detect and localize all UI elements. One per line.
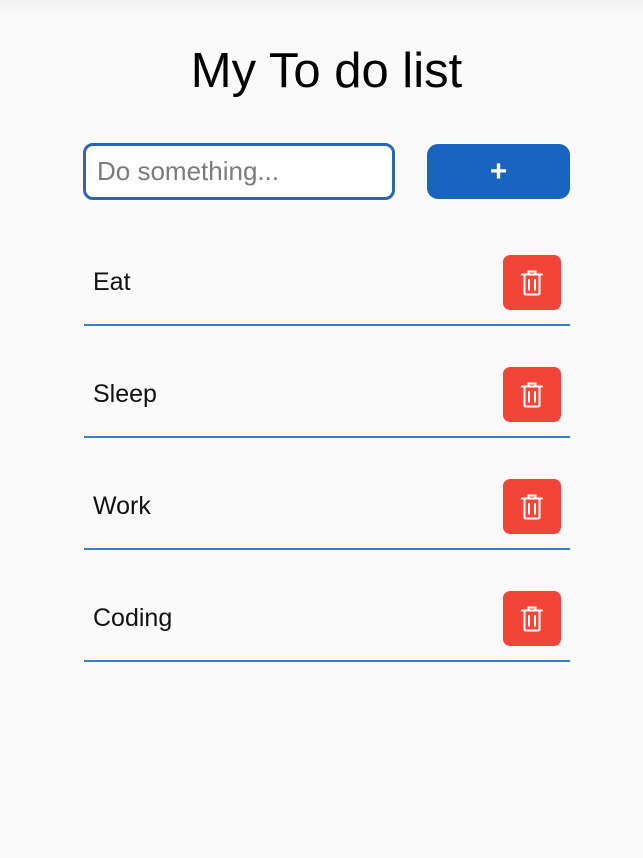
add-button[interactable]: + bbox=[427, 144, 570, 199]
todo-list: Eat Sleep Work Coding bbox=[84, 215, 570, 663]
delete-button[interactable] bbox=[503, 255, 561, 310]
todo-label: Eat bbox=[93, 268, 131, 296]
list-item: Coding bbox=[84, 551, 570, 662]
todo-input[interactable] bbox=[83, 143, 395, 200]
delete-button[interactable] bbox=[503, 367, 561, 422]
add-todo-row: + bbox=[83, 143, 571, 200]
todo-label: Sleep bbox=[93, 380, 157, 408]
trash-icon bbox=[521, 606, 543, 631]
todo-label: Work bbox=[93, 492, 151, 520]
list-item: Eat bbox=[84, 215, 570, 326]
list-item: Work bbox=[84, 439, 570, 550]
page-title: My To do list bbox=[190, 44, 463, 98]
trash-icon bbox=[521, 382, 543, 407]
delete-button[interactable] bbox=[503, 479, 561, 534]
list-item: Sleep bbox=[84, 327, 570, 438]
delete-button[interactable] bbox=[503, 591, 561, 646]
status-bar-shadow bbox=[0, 0, 643, 14]
trash-icon bbox=[521, 494, 543, 519]
trash-icon bbox=[521, 270, 543, 295]
todo-label: Coding bbox=[93, 604, 173, 632]
